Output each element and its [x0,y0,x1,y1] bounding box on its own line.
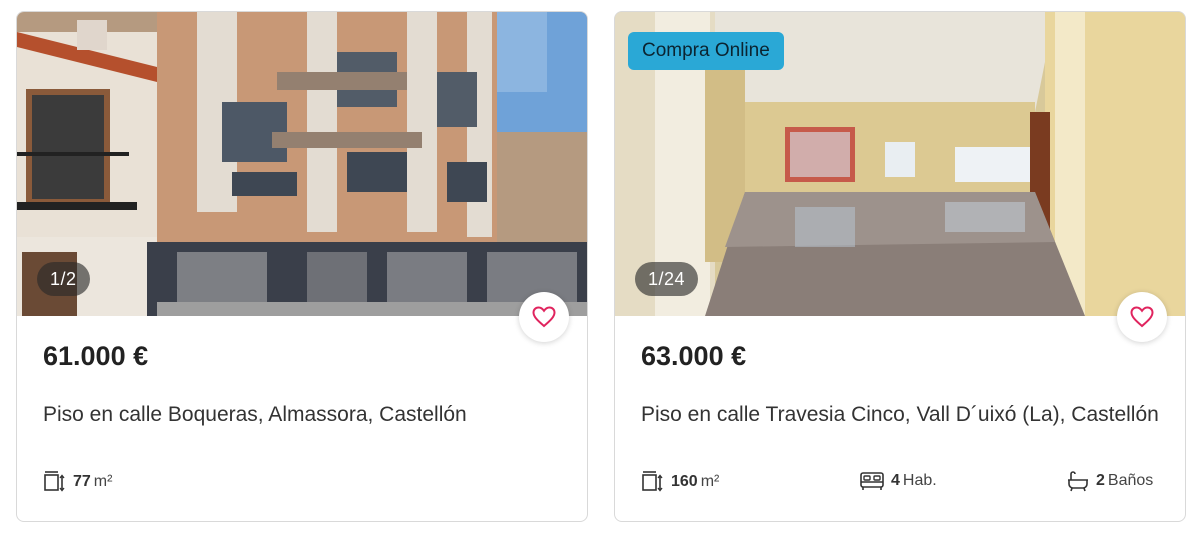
feature-baths: 2 Baños [1066,470,1153,492]
floor-area-icon [642,471,663,492]
area-value: 160 [671,473,698,490]
listing-photo[interactable] [17,12,587,316]
online-purchase-badge: Compra Online [628,32,784,70]
building-facade-photo [17,12,587,316]
baths-value: 2 [1096,472,1105,489]
favorite-button[interactable] [1117,292,1167,342]
listing-features: 77 m² [43,470,561,500]
listing-price: 61.000 € [43,341,149,371]
listing-title[interactable]: Piso en calle Travesia Cinco, Vall D´uix… [641,403,1159,427]
baths-unit: Baños [1107,472,1154,489]
photo-counter: 1/24 [635,262,699,296]
favorite-button[interactable] [519,292,569,342]
heart-icon [532,306,556,328]
listing-price: 63.000 € [641,341,747,371]
rooms-unit: Hab. [902,472,937,489]
listing-features: 160 m² 4 Hab. 2 Baños [641,470,1159,500]
area-unit: m² [93,473,113,490]
feature-area: 160 m² [641,470,719,494]
bed-icon [860,472,884,490]
heart-icon [1130,306,1154,328]
area-value: 77 [73,473,91,490]
feature-rooms: 4 Hab. [859,470,937,492]
listing-card[interactable]: Compra Online 1/24 63.000 € Piso en call… [614,11,1186,522]
area-unit: m² [700,473,720,490]
rooms-value: 4 [891,472,900,489]
floor-area-icon [44,471,65,492]
feature-area: 77 m² [43,470,112,494]
photo-counter: 1/2 [37,262,90,296]
listing-card[interactable]: 1/2 61.000 € Piso en calle Boqueras, Alm… [16,11,588,522]
bathtub-icon [1068,471,1088,492]
listing-title[interactable]: Piso en calle Boqueras, Almassora, Caste… [43,403,467,427]
